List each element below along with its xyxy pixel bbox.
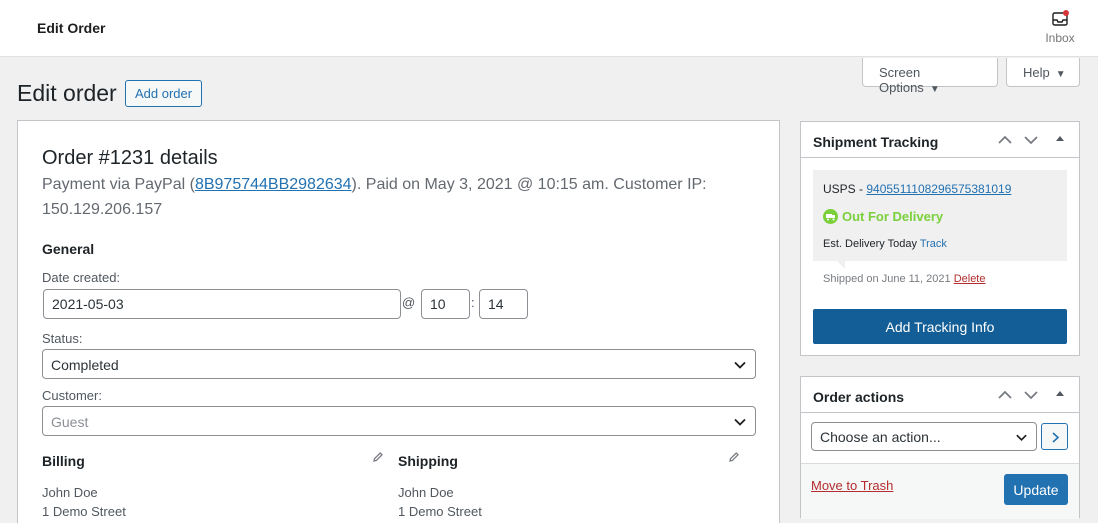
collapse-toggle-icon[interactable] [1055,389,1065,399]
edit-billing-pencil-icon[interactable] [372,451,384,463]
truck-icon [823,209,838,224]
hour-input[interactable]: 10 [421,289,470,319]
meta-prefix: Payment via PayPal ( [42,176,195,193]
add-tracking-info-button[interactable]: Add Tracking Info [813,309,1067,344]
tracking-bubble-tail [837,261,845,269]
estimated-delivery: Est. Delivery Today Track [823,238,947,250]
inbox-label: Inbox [1045,31,1075,45]
delivery-status: Out For Delivery [823,209,943,224]
order-actions-panel: Order actions Choose an action... Move t… [800,376,1080,519]
order-title: Order #1231 details [42,147,218,169]
move-to-trash-link[interactable]: Move to Trash [811,478,893,493]
shipped-on: Shipped on June 11, 2021 Delete [823,273,985,285]
top-bar-title: Edit Order [37,20,106,36]
shipping-line: John Doe [398,485,454,500]
help-label: Help [1023,65,1050,80]
chevron-right-icon [1052,432,1060,443]
chevron-down-icon [1016,434,1027,442]
chevron-down-icon [734,418,746,426]
edit-shipping-pencil-icon[interactable] [728,451,740,463]
transaction-id-link[interactable]: 8B975744BB2982634 [195,176,352,193]
billing-line: 1 Demo Street [42,504,126,519]
top-bar: Edit Order Inbox [0,0,1098,57]
order-action-select[interactable]: Choose an action... [811,422,1037,451]
add-order-button[interactable]: Add order [125,80,203,107]
caret-down-icon: ▼ [929,84,940,95]
delivery-status-text: Out For Delivery [842,209,944,224]
status-value: Completed [51,357,119,373]
colon-separator: : [471,295,475,310]
screen-options-label: Screen Options [879,65,924,95]
inbox-icon [1052,10,1069,26]
status-label: Status: [42,331,83,346]
chevron-down-icon [734,361,746,369]
shipping-heading: Shipping [398,453,458,469]
screen-options-button[interactable]: Screen Options ▼ [862,58,998,95]
shipment-tracking-header: Shipment Tracking [801,122,1079,158]
shipment-tracking-panel: Shipment Tracking USPS - 940551110829657… [800,121,1080,356]
customer-select[interactable]: Guest [42,406,756,436]
billing-heading: Billing [42,453,85,469]
tracking-carrier: USPS - 9405511108296575381019 [823,182,1011,196]
general-heading: General [42,241,95,257]
update-button[interactable]: Update [1004,474,1068,505]
shipping-address: John Doe 1 Demo Street [398,483,482,521]
track-link[interactable]: Track [920,238,947,250]
order-payment-meta: Payment via PayPal (8B975744BB2982634). … [42,172,732,222]
customer-value: Guest [51,414,89,430]
collapse-toggle-icon[interactable] [1055,134,1065,144]
caret-down-icon: ▼ [1055,69,1066,80]
date-created-label: Date created: [42,270,121,285]
order-action-value: Choose an action... [820,429,941,445]
inbox-button[interactable]: Inbox [1040,9,1080,45]
shipped-on-text: Shipped on June 11, 2021 [823,273,954,285]
customer-label: Customer: [42,388,102,403]
billing-address: John Doe 1 Demo Street [42,483,126,521]
est-delivery-text: Est. Delivery Today [823,238,920,250]
shipment-tracking-title: Shipment Tracking [813,134,939,150]
tracking-number-link[interactable]: 9405511108296575381019 [866,182,1011,196]
date-created-input[interactable]: 2021-05-03 [43,289,401,319]
chevron-down-icon[interactable] [1023,132,1039,148]
order-data-panel: Order #1231 details Payment via PayPal (… [17,120,780,523]
page-title: Edit order [17,80,117,106]
chevron-up-icon[interactable] [997,387,1013,403]
order-actions-title: Order actions [813,389,905,405]
chevron-down-icon[interactable] [1023,387,1039,403]
chevron-up-icon[interactable] [997,132,1013,148]
shipping-line: 1 Demo Street [398,504,482,519]
carrier-label: USPS - [823,182,867,196]
billing-line: John Doe [42,485,98,500]
order-actions-footer: Move to Trash Update [801,463,1079,519]
at-separator: @ [402,295,416,310]
apply-action-button[interactable] [1041,423,1068,450]
delete-tracking-link[interactable]: Delete [954,273,986,285]
help-button[interactable]: Help ▼ [1006,58,1080,87]
order-actions-header: Order actions [801,377,1079,413]
minute-input[interactable]: 14 [479,289,528,319]
status-select[interactable]: Completed [42,349,756,379]
tracking-item: USPS - 9405511108296575381019 Out For De… [813,170,1067,261]
